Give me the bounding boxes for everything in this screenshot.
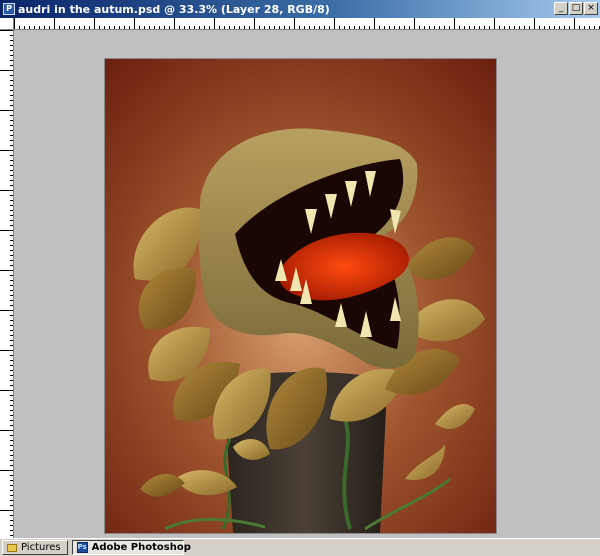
close-button[interactable]: × [584, 2, 598, 15]
taskbar-item-adobe-photoshop[interactable]: Ps Adobe Photoshop [71, 540, 191, 555]
taskbar-item-label: Pictures [21, 542, 61, 553]
image-canvas[interactable] [105, 59, 496, 533]
document-title: audri in the autum.psd @ 33.3% (Layer 28… [18, 2, 330, 16]
photoshop-icon: Ps [76, 542, 88, 553]
workspace[interactable] [14, 30, 600, 538]
taskbar-item-pictures[interactable]: Pictures [2, 540, 68, 555]
document-title-bar[interactable]: P audri in the autum.psd @ 33.3% (Layer … [0, 0, 600, 18]
artwork-carnivorous-plant [105, 59, 496, 533]
window-controls: _ □ × [554, 2, 598, 15]
folder-icon [7, 543, 17, 552]
horizontal-ruler[interactable] [14, 18, 600, 30]
taskbar: Pictures Ps Adobe Photoshop [0, 538, 600, 556]
taskbar-item-label: Adobe Photoshop [91, 542, 191, 553]
photoshop-document-icon: P [3, 3, 15, 15]
vertical-ruler[interactable] [0, 30, 14, 538]
ruler-origin[interactable] [0, 18, 14, 30]
minimize-button[interactable]: _ [554, 2, 568, 15]
maximize-button[interactable]: □ [569, 2, 583, 15]
